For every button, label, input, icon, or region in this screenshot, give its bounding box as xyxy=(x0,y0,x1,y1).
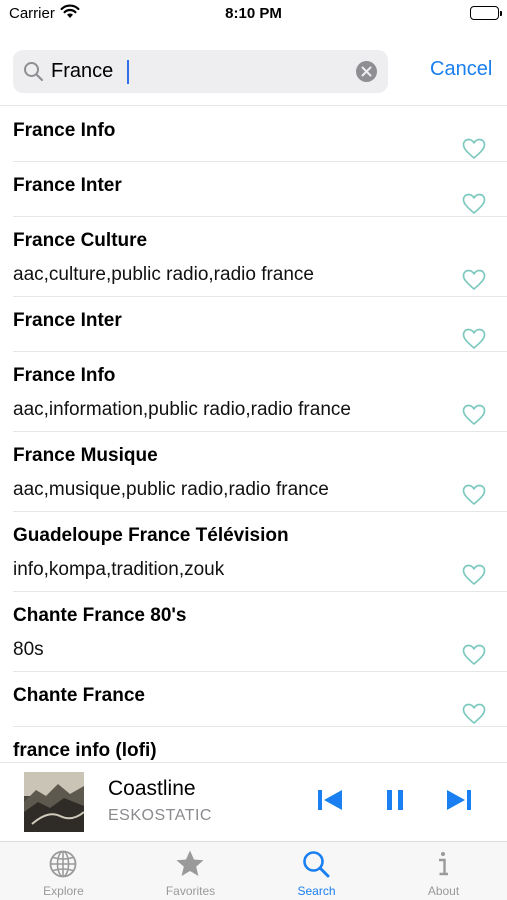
favorite-heart-icon[interactable] xyxy=(462,564,486,586)
search-input[interactable] xyxy=(51,50,341,93)
tab-label: About xyxy=(427,884,460,898)
station-row[interactable]: France Culture aac,culture,public radio,r… xyxy=(13,217,507,297)
favorite-heart-icon[interactable] xyxy=(462,404,486,426)
magnifier-icon xyxy=(23,61,45,88)
station-name: Guadeloupe France Télévision xyxy=(13,525,289,546)
favorite-heart-icon[interactable] xyxy=(462,644,486,666)
previous-track-button[interactable] xyxy=(316,787,344,818)
tab-about[interactable]: About xyxy=(380,842,507,900)
clock: 8:10 PM xyxy=(225,5,282,22)
tab-favorites[interactable]: Favorites xyxy=(127,842,254,900)
search-field[interactable] xyxy=(13,50,388,93)
now-playing-bar[interactable]: Coastline ESKOSTATIC xyxy=(0,762,507,841)
station-name: France Info xyxy=(13,120,116,141)
tab-explore[interactable]: Explore xyxy=(0,842,127,900)
album-artwork[interactable] xyxy=(24,772,84,832)
cancel-button[interactable]: Cancel xyxy=(430,58,492,81)
battery-icon xyxy=(470,6,502,20)
station-row[interactable]: France Info aac,information,public radio,… xyxy=(13,352,507,432)
station-tags: 80s xyxy=(13,639,44,660)
favorite-heart-icon[interactable] xyxy=(462,484,486,506)
favorite-heart-icon[interactable] xyxy=(462,328,486,350)
station-row[interactable]: Guadeloupe France Télévision info,kompa,t… xyxy=(13,512,507,592)
station-name: France Musique xyxy=(13,445,158,466)
info-icon xyxy=(439,852,448,876)
tab-label: Favorites xyxy=(165,884,216,898)
tab-search[interactable]: Search xyxy=(253,842,380,900)
station-name: france info (lofi) xyxy=(13,740,157,761)
search-icon xyxy=(303,851,330,878)
star-icon xyxy=(176,850,204,876)
now-playing-artist: ESKOSTATIC xyxy=(108,807,212,824)
station-name: France Inter xyxy=(13,175,122,196)
pause-button[interactable] xyxy=(385,787,405,818)
status-bar: Carrier 8:10 PM xyxy=(0,0,507,30)
tab-bar: Explore Favorites Search About xyxy=(0,841,507,900)
favorite-heart-icon[interactable] xyxy=(462,138,486,160)
search-bar: Cancel xyxy=(0,38,507,106)
pause-icon xyxy=(387,790,403,810)
station-name: France Inter xyxy=(13,310,122,331)
station-row[interactable]: France Info xyxy=(13,107,507,162)
next-track-button[interactable] xyxy=(445,787,473,818)
station-tags: aac,culture,public radio,radio france xyxy=(13,264,315,285)
station-row[interactable]: France Musique aac,musique,public radio,r… xyxy=(13,432,507,512)
station-name: France Info xyxy=(13,365,116,386)
results-list: France Info France Inter France Culture aac… xyxy=(0,107,507,782)
favorite-heart-icon[interactable] xyxy=(462,193,486,215)
skip-back-icon xyxy=(318,790,342,810)
station-tags: aac,musique,public radio,radio france xyxy=(13,479,329,500)
clear-search-button[interactable] xyxy=(356,61,377,82)
tab-label: Explore xyxy=(43,884,84,898)
station-tags: aac,information,public radio,radio franc… xyxy=(13,399,351,420)
station-row[interactable]: Chante France 80's 80s xyxy=(13,592,507,672)
station-tags: info,kompa,tradition,zouk xyxy=(13,559,225,580)
globe-icon xyxy=(49,850,77,878)
clear-icon xyxy=(361,66,372,77)
tab-label: Search xyxy=(297,884,336,898)
station-row[interactable]: Chante France xyxy=(13,672,507,727)
station-name: Chante France xyxy=(13,685,145,706)
skip-forward-icon xyxy=(447,790,471,810)
text-cursor xyxy=(127,60,129,84)
favorite-heart-icon[interactable] xyxy=(462,269,486,291)
station-row[interactable]: France Inter xyxy=(13,162,507,217)
station-name: France Culture xyxy=(13,230,148,251)
now-playing-title: Coastline xyxy=(108,777,196,800)
station-row[interactable]: France Inter xyxy=(13,297,507,352)
station-name: Chante France 80's xyxy=(13,605,187,626)
favorite-heart-icon[interactable] xyxy=(462,703,486,725)
